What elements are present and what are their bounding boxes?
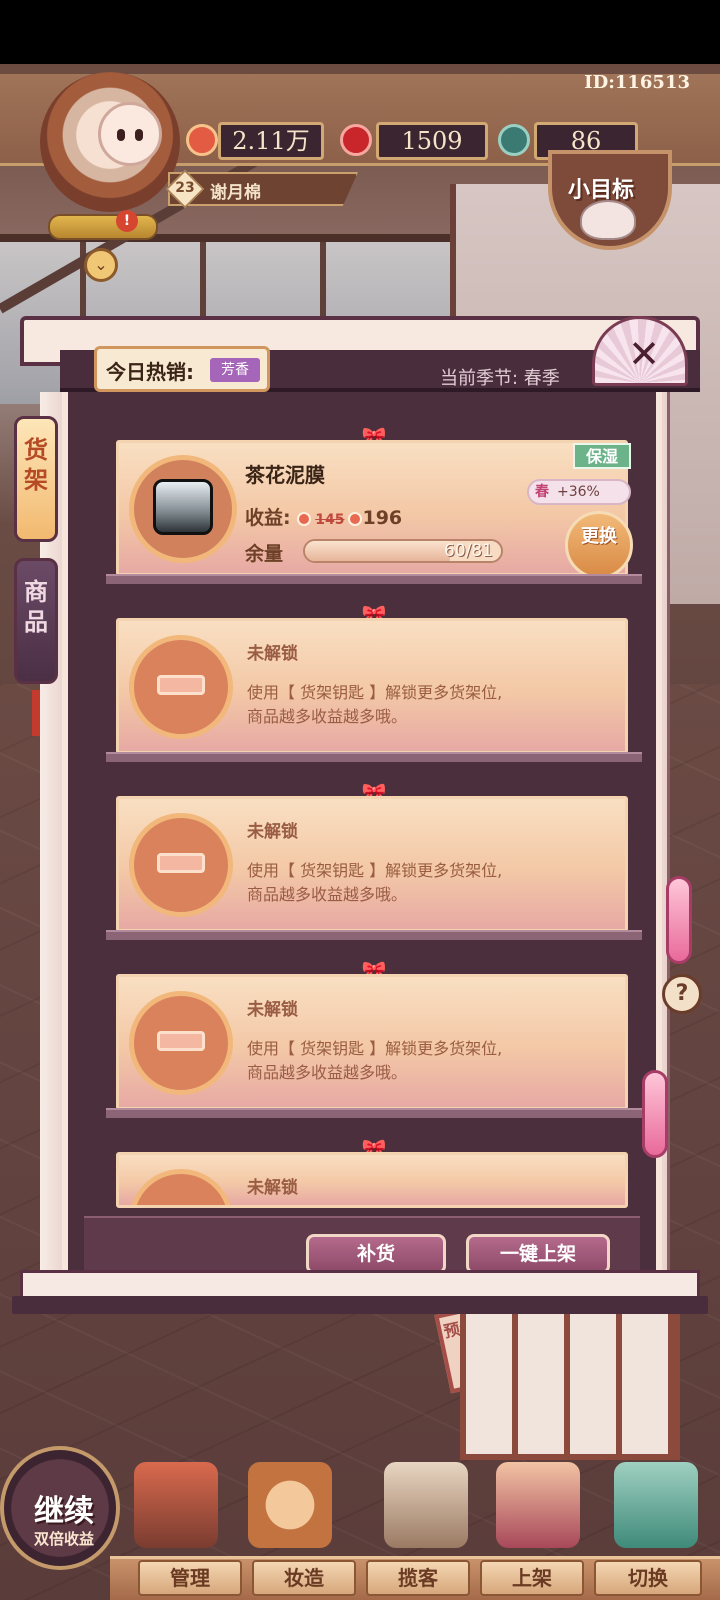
- locked-title: 未解锁: [247, 1178, 298, 1198]
- scroll-quest-icon[interactable]: [48, 214, 158, 240]
- notice-badge: !: [116, 210, 138, 232]
- tab-goods[interactable]: 商品: [14, 558, 58, 684]
- user-id: ID:116513: [584, 72, 690, 93]
- locked-desc-line1: 使用【 货架钥匙 】解锁更多货架位,: [247, 1039, 503, 1058]
- locked-description: 使用【 货架钥匙 】解锁更多货架位, 商品越多收益越多哦。: [247, 1037, 607, 1085]
- income-new-value: 196: [362, 507, 403, 529]
- nav-makeup[interactable]: 妆造: [252, 1560, 356, 1596]
- nav-shelf[interactable]: 上架: [480, 1560, 584, 1596]
- hot-sale-label: 今日热销:: [106, 360, 194, 384]
- income-old-value: 145: [315, 512, 345, 528]
- locked-desc-line1: 使用【 货架钥匙 】解锁更多货架位,: [247, 861, 503, 880]
- locked-desc-line2: 商品越多收益越多哦。: [247, 1063, 408, 1082]
- attract-guests-icon[interactable]: [384, 1462, 468, 1548]
- nav-attract[interactable]: 揽客: [366, 1560, 470, 1596]
- locked-desc-line1: 使用【 货架钥匙 】解锁更多货架位,: [247, 683, 503, 702]
- player-avatar[interactable]: [40, 72, 180, 212]
- income-label: 收益:: [245, 507, 291, 529]
- avatar-face: [98, 102, 162, 166]
- help-button[interactable]: ?: [662, 974, 702, 1014]
- lock-icon: [157, 675, 205, 695]
- locked-shelf-slot[interactable]: 未解锁 使用【 货架钥匙 】解锁更多货架位, 商品越多收益越多哦。: [116, 974, 628, 1110]
- locked-shelf-slot[interactable]: 未解锁: [116, 1152, 628, 1208]
- tassel-decoration: [32, 690, 40, 736]
- heart-coin-icon: [186, 124, 218, 156]
- player-level: 23: [175, 180, 195, 196]
- scroll-up-handle[interactable]: [666, 876, 692, 964]
- product-name: 茶花泥膜: [245, 463, 325, 487]
- season-bonus: +36%: [557, 484, 600, 500]
- continue-title: 继续: [34, 1494, 94, 1529]
- season-tag-label: 春: [535, 484, 549, 500]
- locked-desc-line2: 商品越多收益越多哦。: [247, 885, 408, 904]
- manage-icon[interactable]: [134, 1462, 218, 1548]
- small-goal-label: 小目标: [568, 177, 635, 203]
- locked-desc-line2: 商品越多收益越多哦。: [247, 707, 408, 726]
- chevron-down-icon[interactable]: ⌄: [84, 248, 118, 282]
- heart-coin-icon: [297, 511, 312, 526]
- shelf-board: [106, 930, 642, 940]
- stock-progress-fill: [305, 541, 451, 561]
- heart-coin-icon: [348, 511, 363, 526]
- auto-shelf-button[interactable]: 一键上架: [466, 1234, 610, 1274]
- stock-progress-bar: 60/81: [303, 539, 503, 563]
- apple-counter[interactable]: 1509: [376, 122, 488, 160]
- season-bonus-tag: 春 +36%: [527, 479, 631, 505]
- current-season: 当前季节: 春季: [440, 368, 560, 389]
- shelf-board: [106, 574, 642, 584]
- lock-icon: [157, 1031, 205, 1051]
- swap-product-button[interactable]: 更换: [565, 511, 633, 579]
- stock-count: 60/81: [444, 541, 493, 561]
- product-income: 收益: 145 196: [245, 503, 402, 530]
- locked-title: 未解锁: [247, 822, 298, 842]
- shelf-up-icon[interactable]: [496, 1462, 580, 1548]
- locked-description: 使用【 货架钥匙 】解锁更多货架位, 商品越多收益越多哦。: [247, 859, 607, 907]
- locked-shelf-slot[interactable]: 未解锁 使用【 货架钥匙 】解锁更多货架位, 商品越多收益越多哦。: [116, 618, 628, 754]
- heart-coin-counter[interactable]: 2.11万: [218, 122, 324, 160]
- lock-icon: [157, 853, 205, 873]
- player-name: 谢月棉: [210, 183, 261, 203]
- trait-tag: 保湿: [573, 443, 631, 469]
- makeup-icon[interactable]: [248, 1462, 332, 1548]
- nav-manage[interactable]: 管理: [138, 1560, 242, 1596]
- locked-shelf-slot[interactable]: 未解锁 使用【 货架钥匙 】解锁更多货架位, 商品越多收益越多哦。: [116, 796, 628, 932]
- nav-switch[interactable]: 切换: [594, 1560, 702, 1596]
- close-icon[interactable]: ✕: [624, 334, 664, 374]
- tab-shelf[interactable]: 货架: [14, 416, 58, 542]
- stock-label: 余量: [245, 543, 284, 565]
- shelf-board: [106, 1108, 642, 1118]
- hot-sale-category: 芳香: [210, 358, 260, 382]
- locked-slot-frame: [129, 1169, 233, 1205]
- apple-icon: [340, 124, 372, 156]
- shelf-board: [106, 752, 642, 762]
- stamina-icon: [498, 124, 530, 156]
- locked-title: 未解锁: [247, 644, 298, 664]
- shelf-panel: 今日热销: 芳香 当前季节: 春季 ✕ 🎀 茶花泥膜 收益: 145 196 余量…: [12, 316, 708, 1336]
- restock-button[interactable]: 补货: [306, 1234, 446, 1274]
- locked-description: 使用【 货架钥匙 】解锁更多货架位, 商品越多收益越多哦。: [247, 681, 607, 729]
- mud-mask-jar-icon: [153, 479, 213, 535]
- locked-title: 未解锁: [247, 1000, 298, 1020]
- scroll-down-handle[interactable]: [642, 1070, 668, 1158]
- product-shelf-slot[interactable]: 茶花泥膜 收益: 145 196 余量 60/81 保湿 春 +36% 更换: [116, 440, 633, 579]
- continue-subtitle: 双倍收益: [33, 1530, 94, 1548]
- switch-map-icon[interactable]: [614, 1462, 698, 1548]
- cat-mascot-icon: [580, 200, 636, 240]
- cabinet-plinth: [12, 1296, 708, 1314]
